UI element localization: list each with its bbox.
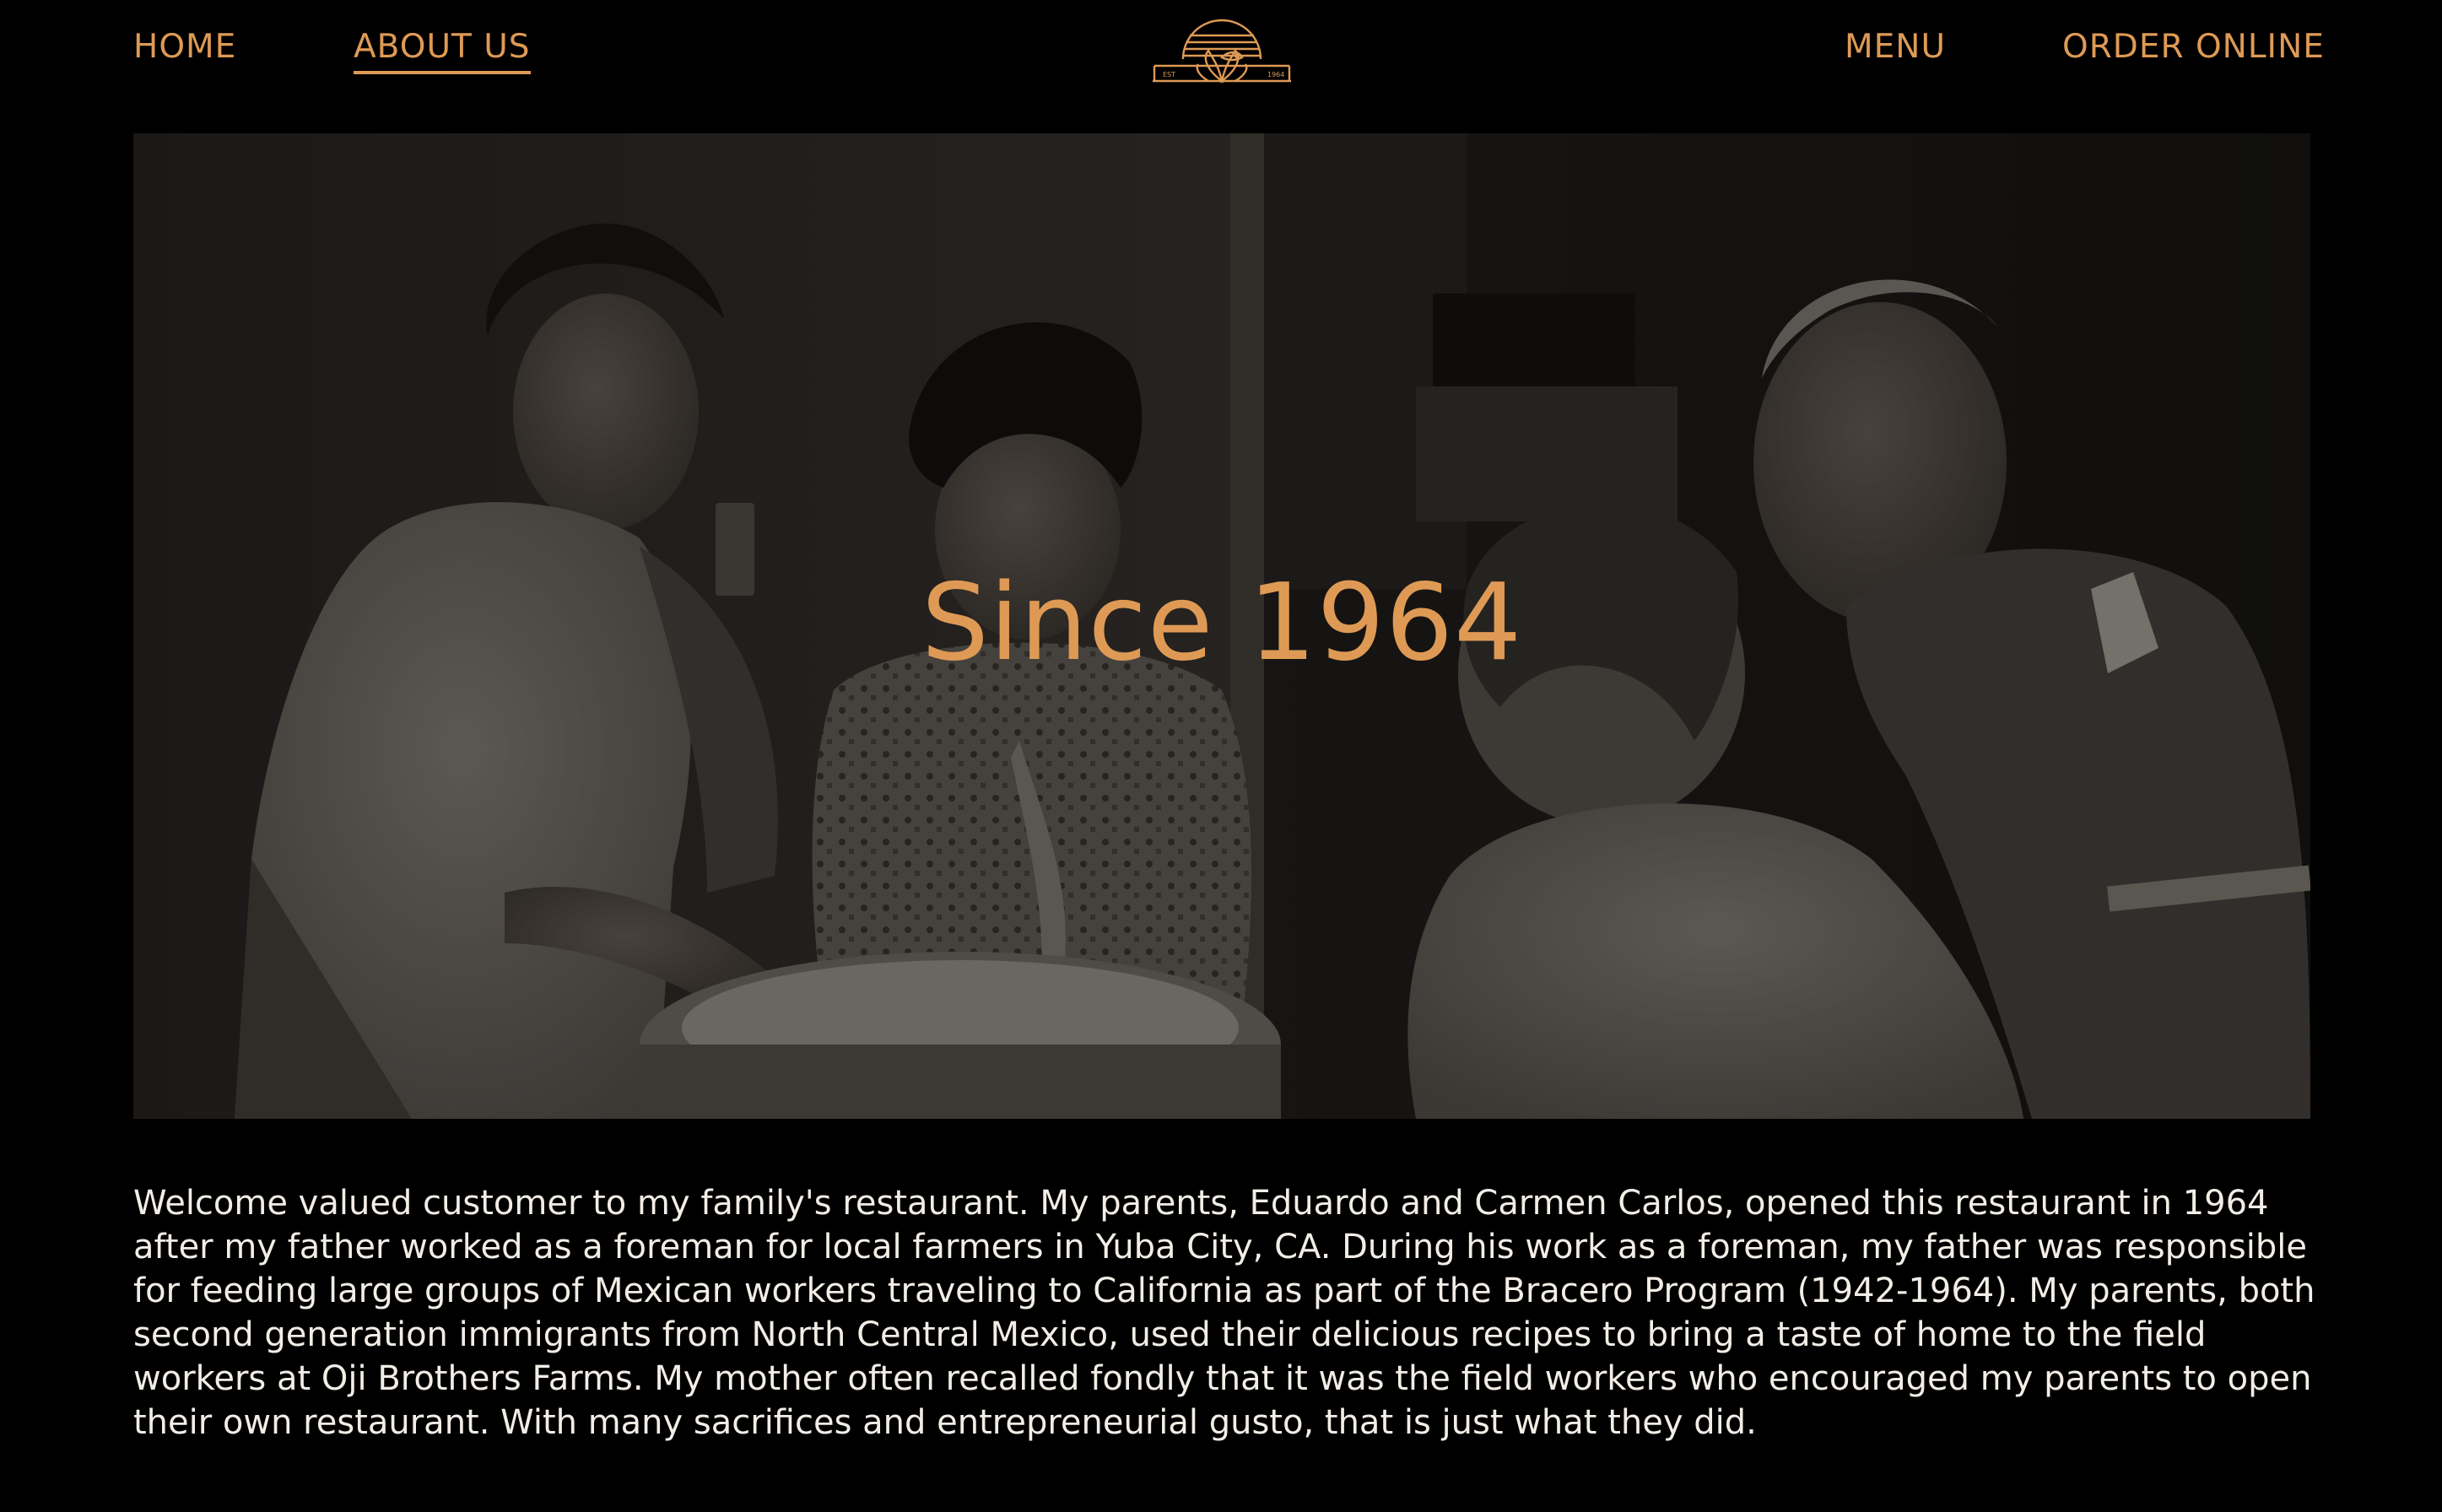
restaurant-logo[interactable]: EST 1964 <box>1149 10 1294 88</box>
hero-title: Since 1964 <box>921 560 1523 684</box>
restaurant-sunburst-logo-icon: EST 1964 <box>1153 19 1291 84</box>
nav-link-menu[interactable]: MENU <box>1845 25 1946 69</box>
logo-year-text: 1964 <box>1267 71 1284 78</box>
nav-link-about-us[interactable]: ABOUT US <box>354 25 531 74</box>
nav-link-order-online[interactable]: ORDER ONLINE <box>2062 25 2325 69</box>
logo-est-text: EST <box>1163 71 1175 78</box>
hero-banner: Since 1964 <box>133 133 2310 1119</box>
about-story-paragraph: Welcome valued customer to my family's r… <box>133 1184 2315 1442</box>
top-navigation: HOME ABOUT US EST 1964 MENU ORDER ONLINE <box>0 0 2442 133</box>
nav-link-home[interactable]: HOME <box>133 25 236 69</box>
